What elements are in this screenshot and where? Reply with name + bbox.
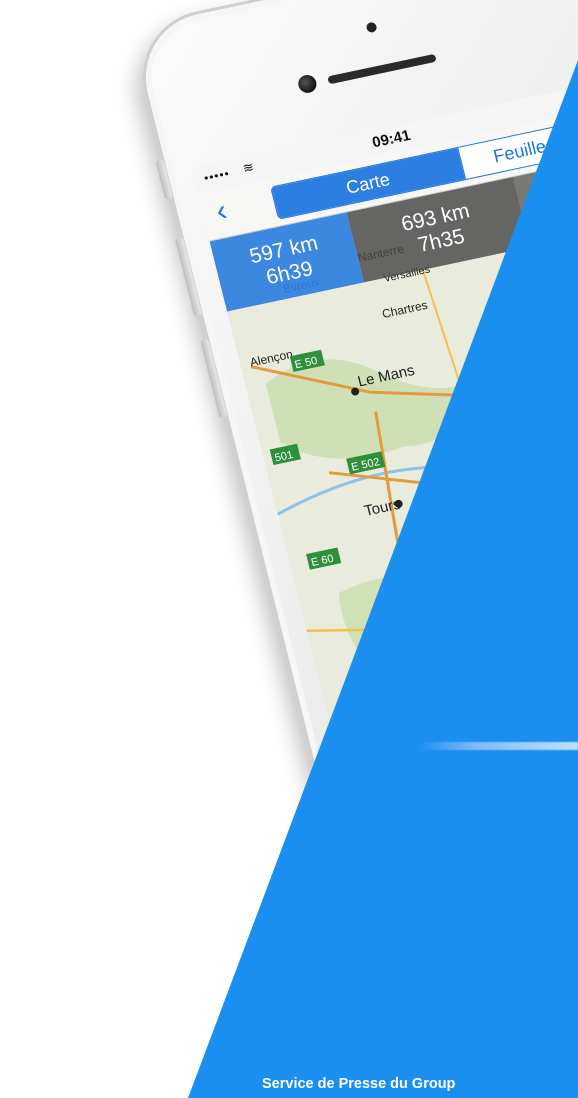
blue-diagonal-overlay: [188, 60, 578, 1098]
light-streak: [418, 742, 578, 750]
scene: Le Mans ORLÉANS Blois Tours Châteauroux …: [0, 0, 578, 1098]
footer-credit: Service de Presse du Group: [262, 1076, 456, 1092]
